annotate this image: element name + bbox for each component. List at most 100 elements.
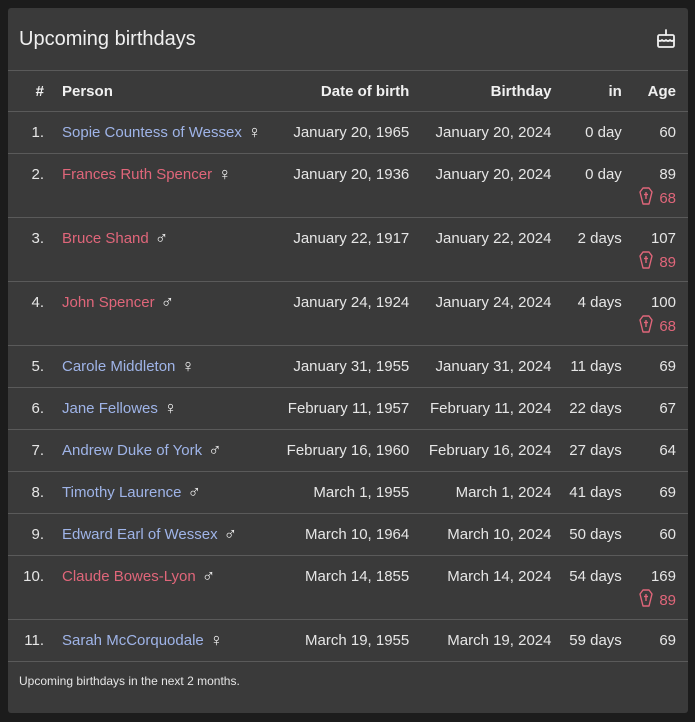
row-number: 4. bbox=[8, 281, 52, 346]
person-name-link[interactable]: Sopie Countess of Wessex bbox=[62, 124, 242, 141]
date-of-birth: March 14, 1855 bbox=[275, 555, 418, 620]
birthday-date: January 22, 2024 bbox=[417, 217, 560, 282]
male-icon: ♂ bbox=[208, 440, 222, 460]
person-cell: Sopie Countess of Wessex ♀ bbox=[52, 111, 276, 154]
days-until: 22 days bbox=[559, 387, 630, 430]
date-of-birth: January 20, 1936 bbox=[275, 153, 418, 218]
row-number: 10. bbox=[8, 555, 52, 620]
female-icon: ♀ bbox=[247, 122, 262, 142]
table-header-row: # Person Date of birth Birthday in Age bbox=[8, 70, 688, 112]
person-name-link[interactable]: Timothy Laurence bbox=[62, 484, 182, 501]
birthday-date: January 31, 2024 bbox=[417, 345, 560, 388]
row-number: 7. bbox=[8, 429, 52, 472]
date-of-birth: January 31, 1955 bbox=[275, 345, 418, 388]
death-age: 68 bbox=[638, 187, 676, 209]
person-cell: Jane Fellowes ♀ bbox=[52, 387, 276, 430]
birthday-date: March 1, 2024 bbox=[417, 471, 560, 514]
age-cell: 64 bbox=[629, 429, 688, 472]
person-name-link[interactable]: Edward Earl of Wessex bbox=[62, 526, 218, 543]
days-until: 41 days bbox=[559, 471, 630, 514]
age-value: 60 bbox=[659, 526, 676, 543]
date-of-birth: January 22, 1917 bbox=[275, 217, 418, 282]
female-icon: ♀ bbox=[218, 164, 232, 184]
person-name-link[interactable]: Bruce Shand bbox=[62, 230, 149, 247]
age-value: 69 bbox=[659, 484, 676, 501]
age-cell: 69 bbox=[629, 619, 688, 662]
cake-icon[interactable] bbox=[654, 27, 678, 51]
age-cell: 60 bbox=[629, 513, 688, 556]
column-header-person: Person bbox=[52, 70, 276, 112]
person-cell: Claude Bowes-Lyon ♂ bbox=[52, 555, 276, 620]
person-name-link[interactable]: John Spencer bbox=[62, 294, 155, 311]
date-of-birth: January 24, 1924 bbox=[275, 281, 418, 346]
male-icon: ♂ bbox=[187, 482, 202, 502]
table-row: 4. John Spencer ♂ January 24, 1924 January 2… bbox=[8, 281, 688, 346]
coffin-icon bbox=[639, 251, 659, 273]
birthday-date: January 24, 2024 bbox=[417, 281, 560, 346]
row-number: 1. bbox=[8, 111, 52, 154]
column-header-birthday: Birthday bbox=[417, 70, 560, 112]
age-value: 69 bbox=[659, 358, 676, 375]
death-age-value: 89 bbox=[659, 253, 676, 271]
row-number: 6. bbox=[8, 387, 52, 430]
male-icon: ♂ bbox=[160, 292, 175, 312]
table-row: 1. Sopie Countess of Wessex ♀ January 20, 1… bbox=[8, 111, 688, 154]
person-name-link[interactable]: Frances Ruth Spencer bbox=[62, 166, 212, 183]
male-icon: ♂ bbox=[154, 228, 169, 248]
days-until: 2 days bbox=[559, 217, 630, 282]
birthday-date: March 10, 2024 bbox=[417, 513, 560, 556]
days-until: 0 day bbox=[559, 111, 630, 154]
column-header-age: Age bbox=[629, 70, 688, 112]
birthday-date: January 20, 2024 bbox=[417, 153, 560, 218]
days-until: 50 days bbox=[559, 513, 630, 556]
age-value: 67 bbox=[659, 400, 676, 417]
age-cell: 60 bbox=[629, 111, 688, 154]
table-row: 9. Edward Earl of Wessex ♂ March 10, 1964 Ma… bbox=[8, 513, 688, 556]
person-cell: Sarah McCorquodale ♀ bbox=[52, 619, 276, 662]
birthday-date: March 19, 2024 bbox=[417, 619, 560, 662]
person-cell: Edward Earl of Wessex ♂ bbox=[52, 513, 276, 556]
birthday-date: January 20, 2024 bbox=[417, 111, 560, 154]
table-row: 2. Frances Ruth Spencer ♀ January 20, 1936 J… bbox=[8, 153, 688, 218]
date-of-birth: February 11, 1957 bbox=[275, 387, 418, 430]
table-row: 6. Jane Fellowes ♀ February 11, 1957 Februar… bbox=[8, 387, 688, 430]
death-age-value: 68 bbox=[659, 189, 676, 207]
age-cell: 107 89 bbox=[629, 217, 688, 282]
days-until: 0 day bbox=[559, 153, 630, 218]
days-until: 4 days bbox=[559, 281, 630, 346]
birthday-date: February 11, 2024 bbox=[417, 387, 560, 430]
age-cell: 89 68 bbox=[629, 153, 688, 218]
date-of-birth: March 1, 1955 bbox=[275, 471, 418, 514]
person-name-link[interactable]: Sarah McCorquodale bbox=[62, 632, 204, 649]
person-name-link[interactable]: Andrew Duke of York bbox=[62, 442, 202, 459]
age-cell: 69 bbox=[629, 345, 688, 388]
days-until: 11 days bbox=[559, 345, 630, 388]
death-age: 89 bbox=[638, 251, 676, 273]
date-of-birth: February 16, 1960 bbox=[275, 429, 418, 472]
age-value: 69 bbox=[659, 632, 676, 649]
person-cell: Bruce Shand ♂ bbox=[52, 217, 276, 282]
days-until: 54 days bbox=[559, 555, 630, 620]
table-row: 3. Bruce Shand ♂ January 22, 1917 January 22… bbox=[8, 217, 688, 282]
age-value: 100 bbox=[650, 294, 676, 311]
row-number: 5. bbox=[8, 345, 52, 388]
person-name-link[interactable]: Claude Bowes-Lyon bbox=[62, 568, 196, 585]
date-of-birth: January 20, 1965 bbox=[275, 111, 418, 154]
death-age: 89 bbox=[638, 589, 676, 611]
row-number: 3. bbox=[8, 217, 52, 282]
days-until: 27 days bbox=[559, 429, 630, 472]
death-age: 68 bbox=[638, 315, 676, 337]
age-cell: 69 bbox=[629, 471, 688, 514]
person-cell: Andrew Duke of York ♂ bbox=[52, 429, 276, 472]
age-value: 64 bbox=[659, 442, 676, 459]
column-header-number: # bbox=[8, 70, 52, 112]
person-cell: Timothy Laurence ♂ bbox=[52, 471, 276, 514]
table-row: 7. Andrew Duke of York ♂ February 16, 1960 F… bbox=[8, 429, 688, 472]
age-value: 60 bbox=[659, 124, 676, 141]
date-of-birth: March 10, 1964 bbox=[275, 513, 418, 556]
table-row: 10. Claude Bowes-Lyon ♂ March 14, 1855 March… bbox=[8, 555, 688, 620]
person-name-link[interactable]: Jane Fellowes bbox=[62, 400, 158, 417]
row-number: 2. bbox=[8, 153, 52, 218]
person-name-link[interactable]: Carole Middleton bbox=[62, 358, 175, 375]
age-value: 89 bbox=[659, 166, 676, 183]
